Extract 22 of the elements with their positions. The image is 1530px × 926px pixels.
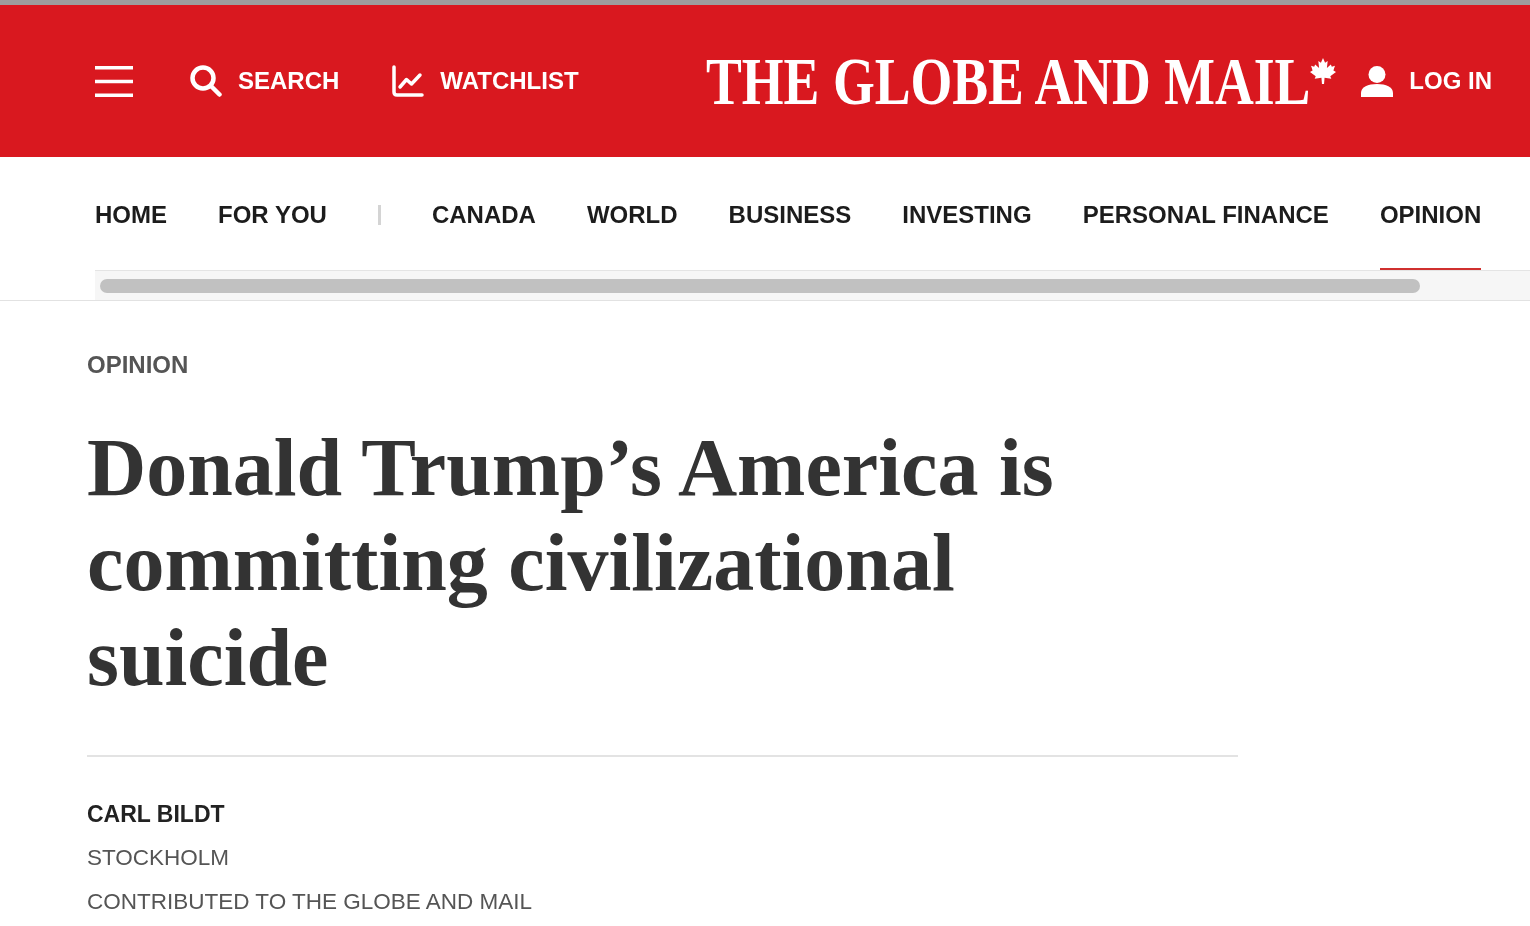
nav-tab[interactable]: FOR YOU — [218, 200, 327, 270]
contributor-note: CONTRIBUTED TO THE GLOBE AND MAIL — [87, 888, 533, 916]
nav-tab[interactable]: PERSONAL FINANCE — [1082, 200, 1329, 270]
nav-tab[interactable]: WORLD — [586, 200, 678, 270]
author-location: STOCKHOLM — [87, 844, 230, 872]
scrollbar-thumb[interactable] — [100, 278, 1420, 293]
search-icon — [190, 65, 222, 97]
section-link[interactable]: OPINION — [87, 350, 189, 379]
watchlist-button[interactable]: WATCHLIST — [392, 65, 579, 97]
login-button[interactable]: LOG IN — [1361, 65, 1492, 97]
nav-tab[interactable]: BUSINESS — [728, 200, 852, 270]
nav-tab[interactable]: INVESTING — [902, 200, 1032, 270]
user-icon — [1361, 65, 1394, 97]
article-headline: Donald Trump’s America is committing civilizational suicide — [87, 421, 1055, 705]
menu-icon[interactable] — [95, 65, 133, 97]
line-chart-icon — [392, 65, 425, 97]
site-logo[interactable]: THE GLOBE AND MAIL — [706, 47, 1311, 115]
maple-leaf-icon — [1310, 57, 1337, 85]
search-button[interactable]: SEARCH — [190, 65, 340, 97]
nav-tab[interactable]: HOME — [95, 200, 167, 270]
author-name: CARL BILDT — [87, 800, 225, 828]
nav-tab[interactable]: CANADA — [431, 200, 536, 270]
